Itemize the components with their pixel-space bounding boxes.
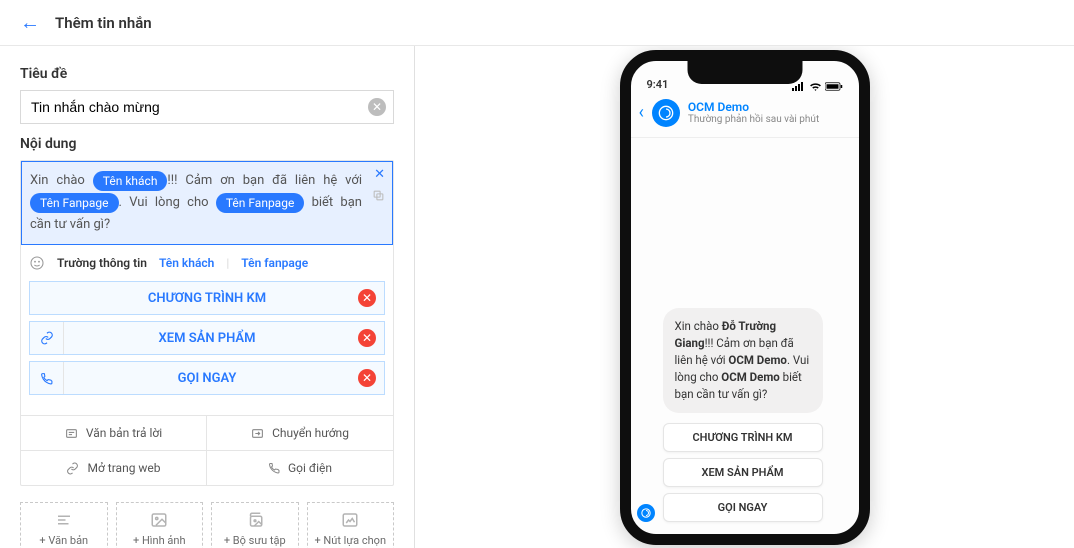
insert-field-label: Trường thông tin (57, 256, 147, 270)
insert-fanpage-name[interactable]: Tên fanpage (241, 256, 308, 270)
status-icons (792, 82, 843, 91)
redirect-icon (251, 427, 264, 440)
editor-text-segment: !!! Cảm ơn bạn đã liên hệ với (167, 173, 362, 188)
editor-close-icon[interactable]: ✕ (374, 167, 385, 182)
chat-response-subtitle: Thường phản hồi sau vài phút (688, 114, 819, 125)
phone-icon (268, 462, 280, 474)
action-label: XEM SẢN PHẨM (64, 331, 350, 346)
text-lines-icon (54, 511, 74, 529)
tool-reply-text[interactable]: Văn bản trả lời (21, 416, 207, 451)
action-row-promo[interactable]: CHƯƠNG TRÌNH KM ✕ (29, 281, 385, 315)
title-field-label: Tiêu đề (20, 66, 394, 82)
editor-text-segment: . Vui lòng cho (119, 195, 209, 210)
token-fanpage-name[interactable]: Tên Fanpage (30, 193, 119, 213)
phone-icon (30, 362, 64, 394)
options-icon (340, 511, 360, 529)
message-bubble: Xin chào Đỗ Trường Giang!!! Cảm ơn bạn đ… (663, 308, 823, 413)
add-text-tile[interactable]: + Văn bản (20, 502, 108, 548)
action-delete-icon[interactable]: ✕ (350, 369, 384, 387)
quick-reply-promo[interactable]: CHƯƠNG TRÌNH KM (663, 423, 823, 452)
clear-title-icon[interactable]: ✕ (368, 98, 386, 116)
phone-mockup: 9:41 ‹ OCM Demo (620, 50, 870, 545)
action-row-view-product[interactable]: XEM SẢN PHẨM ✕ (29, 321, 385, 355)
tool-redirect[interactable]: Chuyển hướng (207, 416, 393, 451)
insert-token-row: Trường thông tin Tên khách | Tên fanpage (21, 245, 393, 281)
quick-reply-call-now[interactable]: GỌI NGAY (663, 493, 823, 522)
image-icon (149, 511, 169, 529)
chat-body: Xin chào Đỗ Trường Giang!!! Cảm ơn bạn đ… (631, 138, 859, 534)
tool-call[interactable]: Gọi điện (207, 451, 393, 485)
add-image-tile[interactable]: + Hình ảnh (116, 502, 204, 548)
editor-panel: Tiêu đề ✕ Nội dung Xin chào Tên khách!!!… (0, 46, 415, 548)
add-options-tile[interactable]: + Nút lựa chọn (307, 502, 395, 548)
action-delete-icon[interactable]: ✕ (350, 329, 384, 347)
action-row-call-now[interactable]: GỌI NGAY ✕ (29, 361, 385, 395)
preview-panel: 9:41 ‹ OCM Demo (415, 46, 1074, 548)
status-time: 9:41 (647, 78, 669, 91)
chat-back-icon[interactable]: ‹ (639, 102, 644, 123)
page-avatar (652, 99, 680, 127)
back-arrow-icon[interactable]: ← (20, 10, 40, 35)
token-fanpage-name-2[interactable]: Tên Fanpage (216, 193, 305, 213)
action-delete-icon[interactable]: ✕ (350, 289, 384, 307)
chat-header: ‹ OCM Demo Thường phản hồi sau vài phút (631, 93, 859, 138)
gallery-icon (245, 511, 265, 529)
editor-copy-icon[interactable] (372, 189, 385, 202)
link-icon (30, 322, 64, 354)
add-collection-tile[interactable]: + Bộ sưu tập (211, 502, 299, 548)
quick-reply-view-product[interactable]: XEM SẢN PHẨM (663, 458, 823, 487)
title-input[interactable] (20, 90, 394, 124)
insert-customer-name[interactable]: Tên khách (159, 256, 214, 270)
page-title: Thêm tin nhắn (55, 14, 152, 32)
content-editor[interactable]: Xin chào Tên khách!!! Cảm ơn bạn đã liên… (21, 161, 393, 245)
link-icon (66, 462, 79, 475)
page-header: ← Thêm tin nhắn (0, 0, 1074, 46)
editor-text-segment: Xin chào (30, 173, 85, 188)
tool-open-web[interactable]: Mở trang web (21, 451, 207, 485)
action-label: CHƯƠNG TRÌNH KM (64, 291, 350, 306)
content-field-label: Nội dung (20, 136, 394, 152)
chat-page-name: OCM Demo (688, 100, 819, 114)
content-editor-card: Xin chào Tên khách!!! Cảm ơn bạn đã liên… (20, 160, 394, 486)
action-no-icon (30, 282, 64, 314)
phone-notch (687, 60, 802, 84)
emoji-icon[interactable] (29, 255, 45, 271)
reply-icon (65, 427, 78, 440)
token-customer-name[interactable]: Tên khách (93, 171, 168, 191)
sender-avatar-small (637, 504, 655, 522)
action-label: GỌI NGAY (64, 371, 350, 386)
